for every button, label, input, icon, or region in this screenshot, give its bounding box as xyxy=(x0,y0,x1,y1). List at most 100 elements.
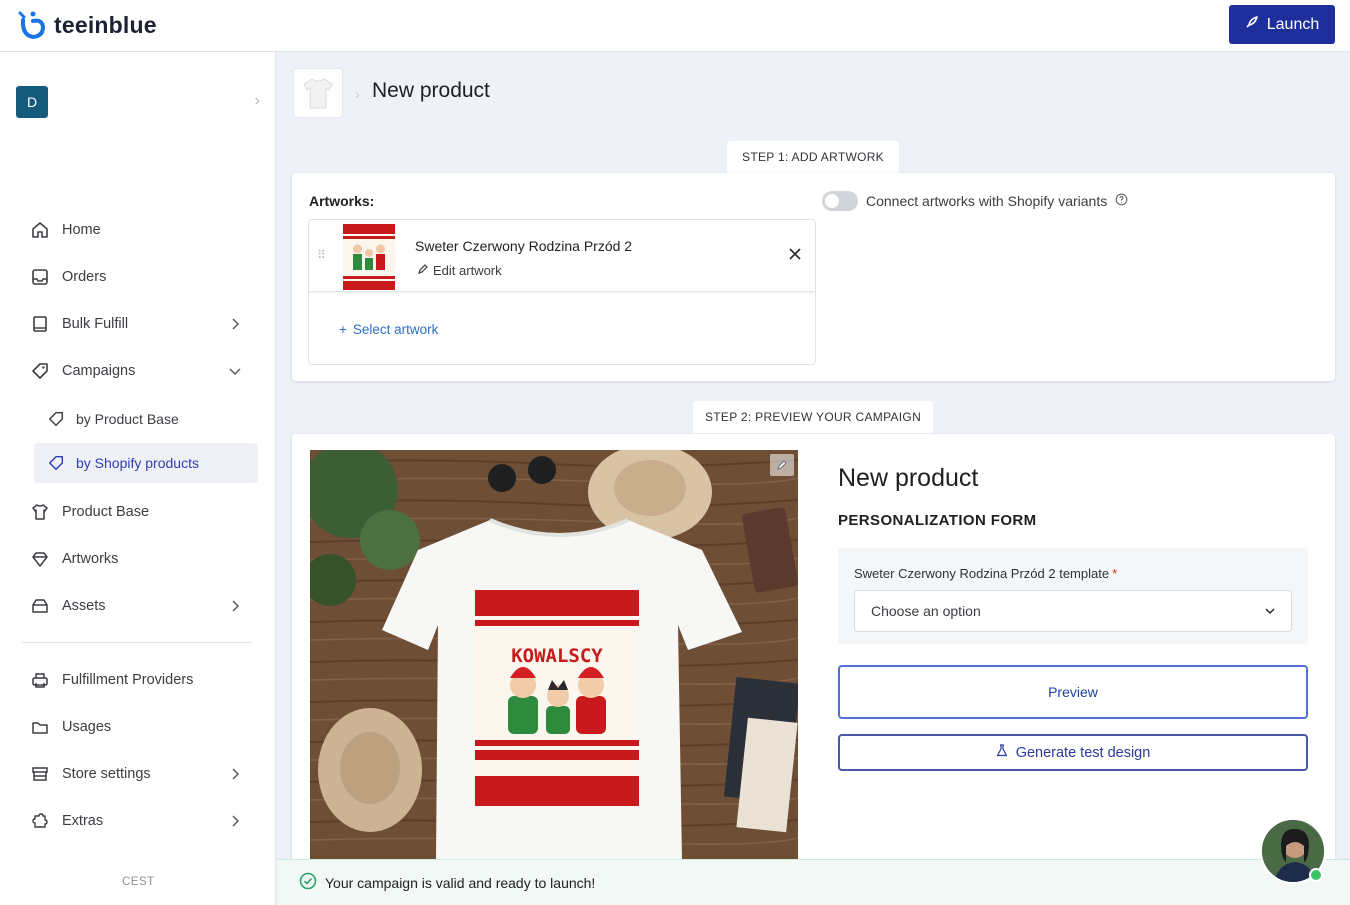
select-artwork-link[interactable]: + Select artwork xyxy=(339,322,438,337)
online-status-indicator xyxy=(1309,868,1323,882)
sidebar-item-assets[interactable]: Assets xyxy=(22,586,258,626)
chevron-right-icon xyxy=(232,815,240,827)
sidebar-item-fulfillment-providers[interactable]: Fulfillment Providers xyxy=(22,660,258,700)
tag-icon xyxy=(44,451,68,475)
artwork-item: ⠿ Sweter Czerwony Rodzina Przód 2 Edit a… xyxy=(309,220,815,292)
breadcrumb-separator: › xyxy=(355,86,360,102)
personalization-form: Sweter Czerwony Rodzina Przód 2 template… xyxy=(838,548,1308,644)
chevron-right-icon xyxy=(232,600,240,612)
store-avatar: D xyxy=(16,86,48,118)
template-select[interactable]: Choose an option xyxy=(854,590,1292,632)
sidebar-item-bulk-fulfill[interactable]: Bulk Fulfill xyxy=(22,304,258,344)
rocket-icon xyxy=(1245,15,1259,34)
artwork-thumbnail xyxy=(343,224,395,290)
connect-variants-toggle-row: Connect artworks with Shopify variants xyxy=(822,191,1128,211)
toggle-label: Connect artworks with Shopify variants xyxy=(866,193,1108,209)
sidebar-item-label: Bulk Fulfill xyxy=(62,316,129,332)
select-artwork-label: Select artwork xyxy=(352,322,439,337)
sidebar-item-store-settings[interactable]: Store settings xyxy=(22,754,258,794)
sidebar-item-label: Home xyxy=(62,222,101,238)
folder-icon xyxy=(28,715,52,739)
sidebar-item-artworks[interactable]: Artworks xyxy=(22,539,258,579)
required-mark: * xyxy=(1112,566,1118,581)
personalization-form-heading: PERSONALIZATION FORM xyxy=(838,512,1037,529)
brand-name: teeinblue xyxy=(54,12,157,38)
generate-label: Generate test design xyxy=(1015,744,1151,761)
launch-button[interactable]: Launch xyxy=(1229,5,1335,44)
select-placeholder: Choose an option xyxy=(871,603,981,619)
sidebar-item-label: Campaigns xyxy=(62,363,136,379)
step-1-tab: STEP 1: ADD ARTWORK xyxy=(727,141,899,173)
store-switcher[interactable]: D › xyxy=(16,86,260,118)
artwork-person-name: KASIA xyxy=(582,741,601,748)
drag-handle-icon[interactable]: ⠿ xyxy=(317,248,326,262)
chevron-right-icon xyxy=(232,318,240,330)
validation-banner: Your campaign is valid and ready to laun… xyxy=(277,859,1350,905)
sidebar-item-usages[interactable]: Usages xyxy=(22,707,258,747)
product-mockup-image: KOWALSCY DAREK OLEK KASIA xyxy=(310,450,798,860)
artwork-family-name: KOWALSCY xyxy=(511,645,603,667)
artworks-label: Artworks: xyxy=(309,193,375,209)
preview-product-title: New product xyxy=(838,464,979,492)
launch-label: Launch xyxy=(1266,15,1320,33)
flask-icon xyxy=(996,744,1008,761)
top-bar: teeinblue Launch xyxy=(0,0,1350,52)
sidebar-item-orders[interactable]: Orders xyxy=(22,257,258,297)
sidebar-item-label: Orders xyxy=(62,269,107,285)
sidebar-item-label: Usages xyxy=(62,719,112,735)
help-icon[interactable] xyxy=(1115,193,1128,209)
sidebar: D › Home Orders Bulk Fulfill Campaigns b… xyxy=(0,52,276,905)
generate-test-design-button[interactable]: Generate test design xyxy=(838,734,1308,771)
check-circle-icon xyxy=(299,872,317,893)
preview-button[interactable]: Preview xyxy=(838,665,1308,719)
artwork-person-name: OLEK xyxy=(550,741,567,748)
preview-campaign-card: KOWALSCY DAREK OLEK KASIA New product PE… xyxy=(292,434,1335,905)
gem-icon xyxy=(28,547,52,571)
add-artwork-card: Artworks: ⠿ Sweter Czerwony Rodzina Przó… xyxy=(292,173,1335,381)
sidebar-item-label: Fulfillment Providers xyxy=(62,672,194,688)
sidebar-item-product-base[interactable]: Product Base xyxy=(22,492,258,532)
sidebar-item-label: Store settings xyxy=(62,766,151,782)
shirt-icon xyxy=(28,500,52,524)
shirt-icon xyxy=(303,78,333,109)
inbox-icon xyxy=(28,265,52,289)
sidebar-item-by-shopify-products[interactable]: by Shopify products xyxy=(34,443,258,483)
edit-mockup-button[interactable] xyxy=(770,454,794,476)
step-2-tab: STEP 2: PREVIEW YOUR CAMPAIGN xyxy=(693,401,933,433)
close-icon[interactable] xyxy=(787,246,803,262)
edit-artwork-link[interactable]: Edit artwork xyxy=(417,263,502,278)
artwork-list: ⠿ Sweter Czerwony Rodzina Przód 2 Edit a… xyxy=(308,219,816,365)
pencil-icon xyxy=(777,460,787,470)
sidebar-item-label: by Product Base xyxy=(76,411,179,427)
printer-icon xyxy=(28,668,52,692)
pencil-icon xyxy=(417,263,429,278)
chevron-down-icon xyxy=(1265,608,1275,615)
main-content: › New product STEP 1: ADD ARTWORK Artwor… xyxy=(277,52,1350,905)
tag-icon xyxy=(44,407,68,431)
sidebar-item-label: Artworks xyxy=(62,551,119,567)
teeinblue-logo-icon xyxy=(14,9,48,43)
timezone-label: CEST xyxy=(122,876,155,888)
brand-logo[interactable]: teeinblue xyxy=(14,9,157,43)
sidebar-item-label: Extras xyxy=(62,813,104,829)
artwork-person-name: DAREK xyxy=(513,741,535,748)
drive-icon xyxy=(28,594,52,618)
edit-artwork-label: Edit artwork xyxy=(433,263,502,278)
sidebar-item-label: Assets xyxy=(62,598,106,614)
sidebar-item-by-product-base[interactable]: by Product Base xyxy=(34,399,258,439)
sidebar-item-label: by Shopify products xyxy=(76,455,199,471)
product-thumbnail xyxy=(293,68,343,118)
sidebar-item-campaigns[interactable]: Campaigns xyxy=(22,351,258,391)
template-field-text: Sweter Czerwony Rodzina Przód 2 template xyxy=(854,566,1110,581)
artwork-name: Sweter Czerwony Rodzina Przód 2 xyxy=(415,238,633,254)
chevron-right-icon xyxy=(232,768,240,780)
store-icon xyxy=(28,762,52,786)
sidebar-item-extras[interactable]: Extras xyxy=(22,801,258,841)
page-title: New product xyxy=(372,79,490,102)
chevron-right-icon: › xyxy=(254,92,260,109)
puzzle-icon xyxy=(28,809,52,833)
connect-variants-toggle[interactable] xyxy=(822,191,858,211)
sidebar-item-home[interactable]: Home xyxy=(22,210,258,250)
chevron-down-icon xyxy=(229,368,241,376)
plus-icon: + xyxy=(339,322,347,337)
